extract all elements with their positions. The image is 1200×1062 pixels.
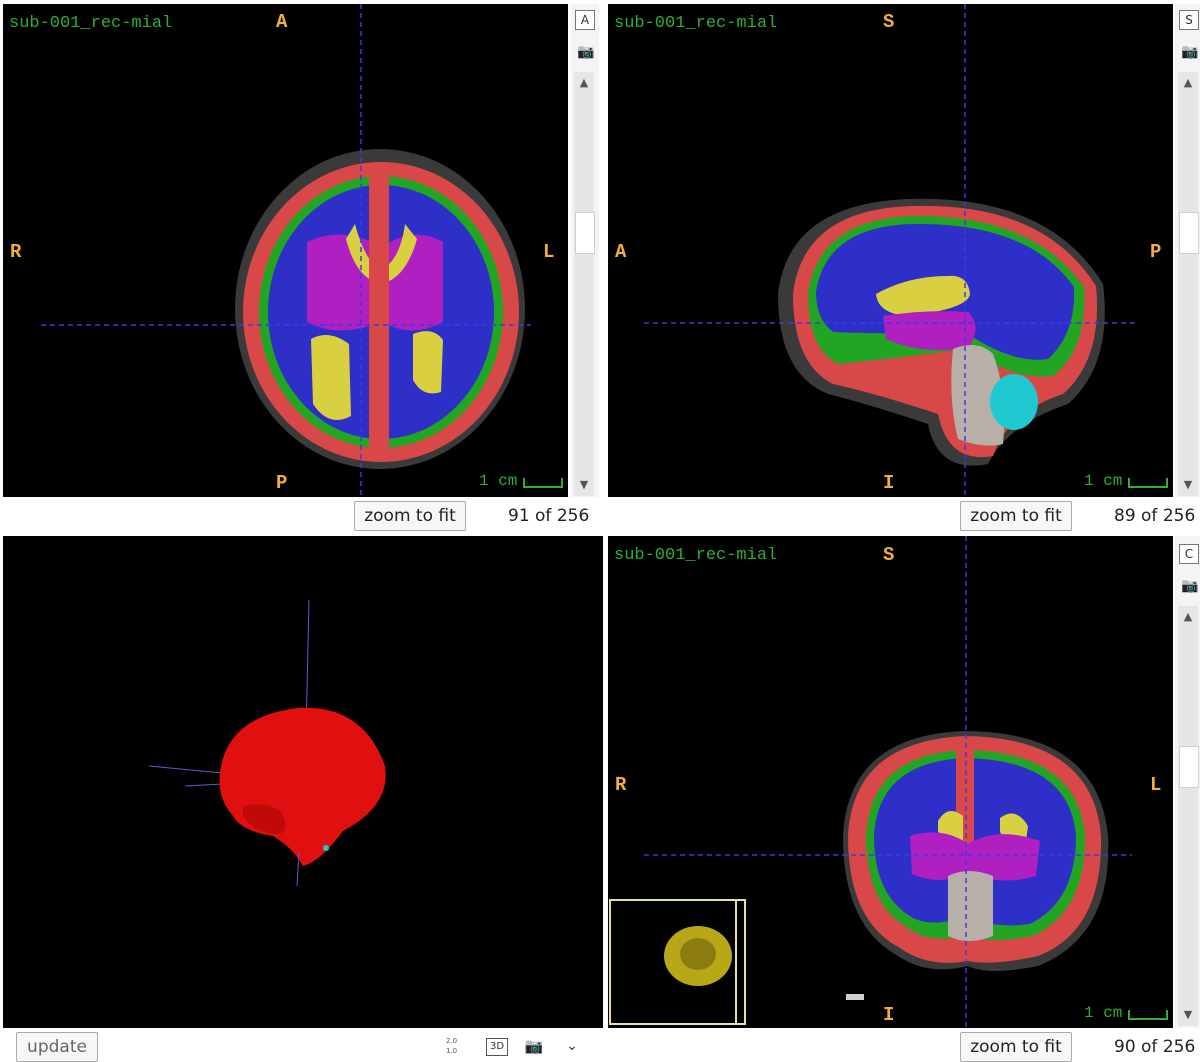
- orientation-left: A: [615, 241, 627, 263]
- update-button[interactable]: update: [16, 1032, 98, 1062]
- orientation-top: S: [883, 544, 895, 566]
- slice-scrollbar[interactable]: ▲ ▼: [574, 72, 595, 496]
- view-title: sub-001_rec-mial: [614, 14, 778, 33]
- orientation-left: R: [615, 774, 627, 796]
- opacity-tick-low: 1.0: [446, 1047, 458, 1055]
- axial-side-toolbar: A 📷 ▲ ▼: [571, 4, 599, 497]
- scroll-thumb[interactable]: [575, 212, 595, 254]
- scroll-thumb[interactable]: [1179, 746, 1199, 788]
- camera-icon[interactable]: 📷: [577, 44, 594, 60]
- opacity-scale-icon[interactable]: 2.0 1.0: [446, 1036, 470, 1058]
- sagittal-slice-image: [644, 4, 1138, 497]
- axial-slice-image: [41, 4, 531, 497]
- zoom-to-fit-button[interactable]: zoom to fit: [960, 1032, 1072, 1062]
- view-title: sub-001_rec-mial: [614, 546, 778, 565]
- scroll-down-icon[interactable]: ▼: [1178, 474, 1198, 496]
- scroll-up-icon[interactable]: ▲: [1178, 606, 1198, 628]
- scroll-down-icon[interactable]: ▼: [574, 474, 594, 496]
- scale-bar: [1128, 1010, 1168, 1020]
- scale-label: 1 cm: [1084, 472, 1123, 490]
- orientation-bottom: I: [883, 472, 895, 494]
- coronal-view[interactable]: sub-001_rec-mial S I R L 1 cm: [608, 536, 1173, 1028]
- view-toggle-button[interactable]: C: [1179, 544, 1199, 564]
- scroll-thumb[interactable]: [1179, 212, 1199, 254]
- view-toggle-button[interactable]: A: [575, 10, 595, 30]
- view-title: sub-001_rec-mial: [9, 14, 173, 33]
- slice-indicator: 90 of 256: [1114, 1037, 1196, 1057]
- slice-indicator: 91 of 256: [508, 506, 590, 526]
- scroll-up-icon[interactable]: ▲: [574, 72, 594, 94]
- orientation-right: L: [543, 241, 555, 263]
- orientation-right: P: [1150, 241, 1162, 263]
- camera-icon[interactable]: 📷: [524, 1037, 544, 1055]
- scale-bar: [1128, 478, 1168, 488]
- orientation-left: R: [10, 241, 22, 263]
- orientation-top: S: [883, 11, 895, 33]
- chevron-down-icon[interactable]: ⌄: [562, 1036, 582, 1056]
- orientation-bottom: I: [883, 1004, 895, 1026]
- slice-scrollbar[interactable]: ▲ ▼: [1178, 606, 1199, 1026]
- camera-icon[interactable]: 📷: [1181, 578, 1198, 594]
- opacity-tick-high: 2.0: [446, 1037, 458, 1045]
- scroll-down-icon[interactable]: ▼: [1178, 1004, 1198, 1026]
- zoom-to-fit-button[interactable]: zoom to fit: [354, 501, 466, 531]
- coronal-slice-image: [609, 536, 1132, 1028]
- camera-icon[interactable]: 📷: [1181, 44, 1198, 60]
- scale-label: 1 cm: [1084, 1004, 1123, 1022]
- sagittal-view[interactable]: sub-001_rec-mial S I A P 1 cm: [608, 4, 1173, 497]
- scale-bar: [523, 478, 563, 488]
- scroll-up-icon[interactable]: ▲: [1178, 72, 1198, 94]
- orientation-right: L: [1150, 774, 1162, 796]
- 3d-surface-render: [148, 599, 386, 887]
- orientation-top: A: [276, 11, 288, 33]
- orientation-bottom: P: [276, 472, 288, 494]
- slice-indicator: 89 of 256: [1114, 506, 1196, 526]
- sagittal-side-toolbar: S 📷 ▲ ▼: [1175, 4, 1200, 497]
- view-toggle-button[interactable]: S: [1179, 10, 1199, 30]
- 3d-view-icon[interactable]: 3D: [486, 1038, 508, 1056]
- zoom-to-fit-button[interactable]: zoom to fit: [960, 501, 1072, 531]
- scale-label: 1 cm: [479, 472, 518, 490]
- render-3d-view[interactable]: [3, 536, 603, 1028]
- slice-scrollbar[interactable]: ▲ ▼: [1178, 72, 1199, 496]
- axial-view[interactable]: sub-001_rec-mial A P R L 1 cm: [3, 4, 568, 497]
- coronal-side-toolbar: C 📷 ▲ ▼: [1175, 536, 1200, 1028]
